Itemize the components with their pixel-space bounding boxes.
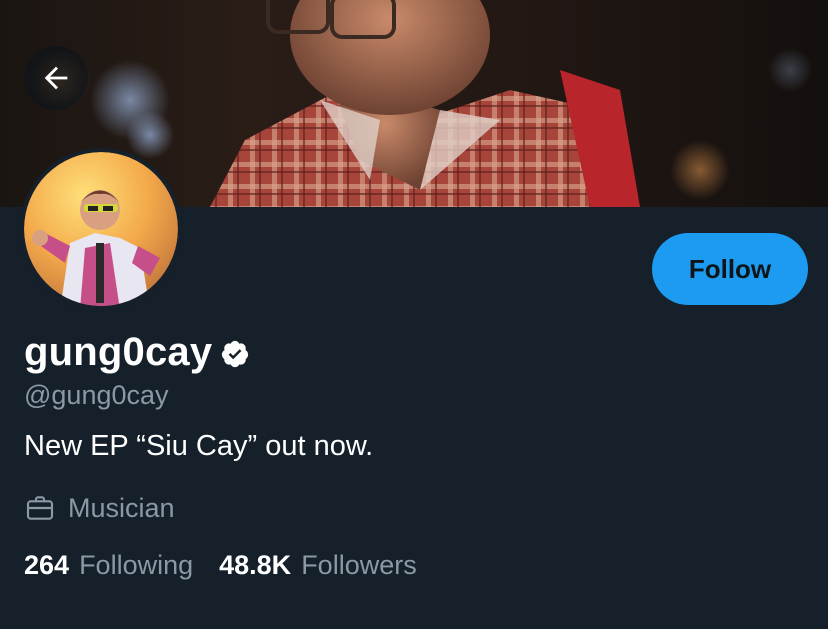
followers-count: 48.8K: [219, 550, 292, 580]
category-label: Musician: [68, 492, 175, 523]
profile-category: Musician: [24, 492, 175, 524]
name-row: gung0cay: [24, 330, 250, 375]
following-count: 264: [24, 550, 70, 580]
profile-avatar[interactable]: [20, 148, 182, 310]
user-handle: @gung0cay: [24, 380, 169, 410]
briefcase-icon: [24, 492, 56, 524]
followers-link[interactable]: 48.8K Followers: [219, 550, 417, 581]
followers-label: Followers: [301, 550, 417, 580]
profile-bio: New EP “Siu Cay” out now.: [24, 430, 374, 462]
profile-page: Follow gung0cay @gung0cay New EP “Siu Ca…: [0, 0, 828, 629]
display-name: gung0cay: [24, 330, 213, 374]
verified-badge-icon[interactable]: [220, 339, 250, 369]
follow-button[interactable]: Follow: [652, 233, 808, 305]
following-link[interactable]: 264 Following: [24, 550, 193, 581]
arrow-left-icon: [39, 61, 73, 95]
back-button[interactable]: [24, 46, 88, 110]
following-label: Following: [79, 550, 194, 580]
follow-stats: 264 Following 48.8K Followers: [24, 550, 443, 581]
